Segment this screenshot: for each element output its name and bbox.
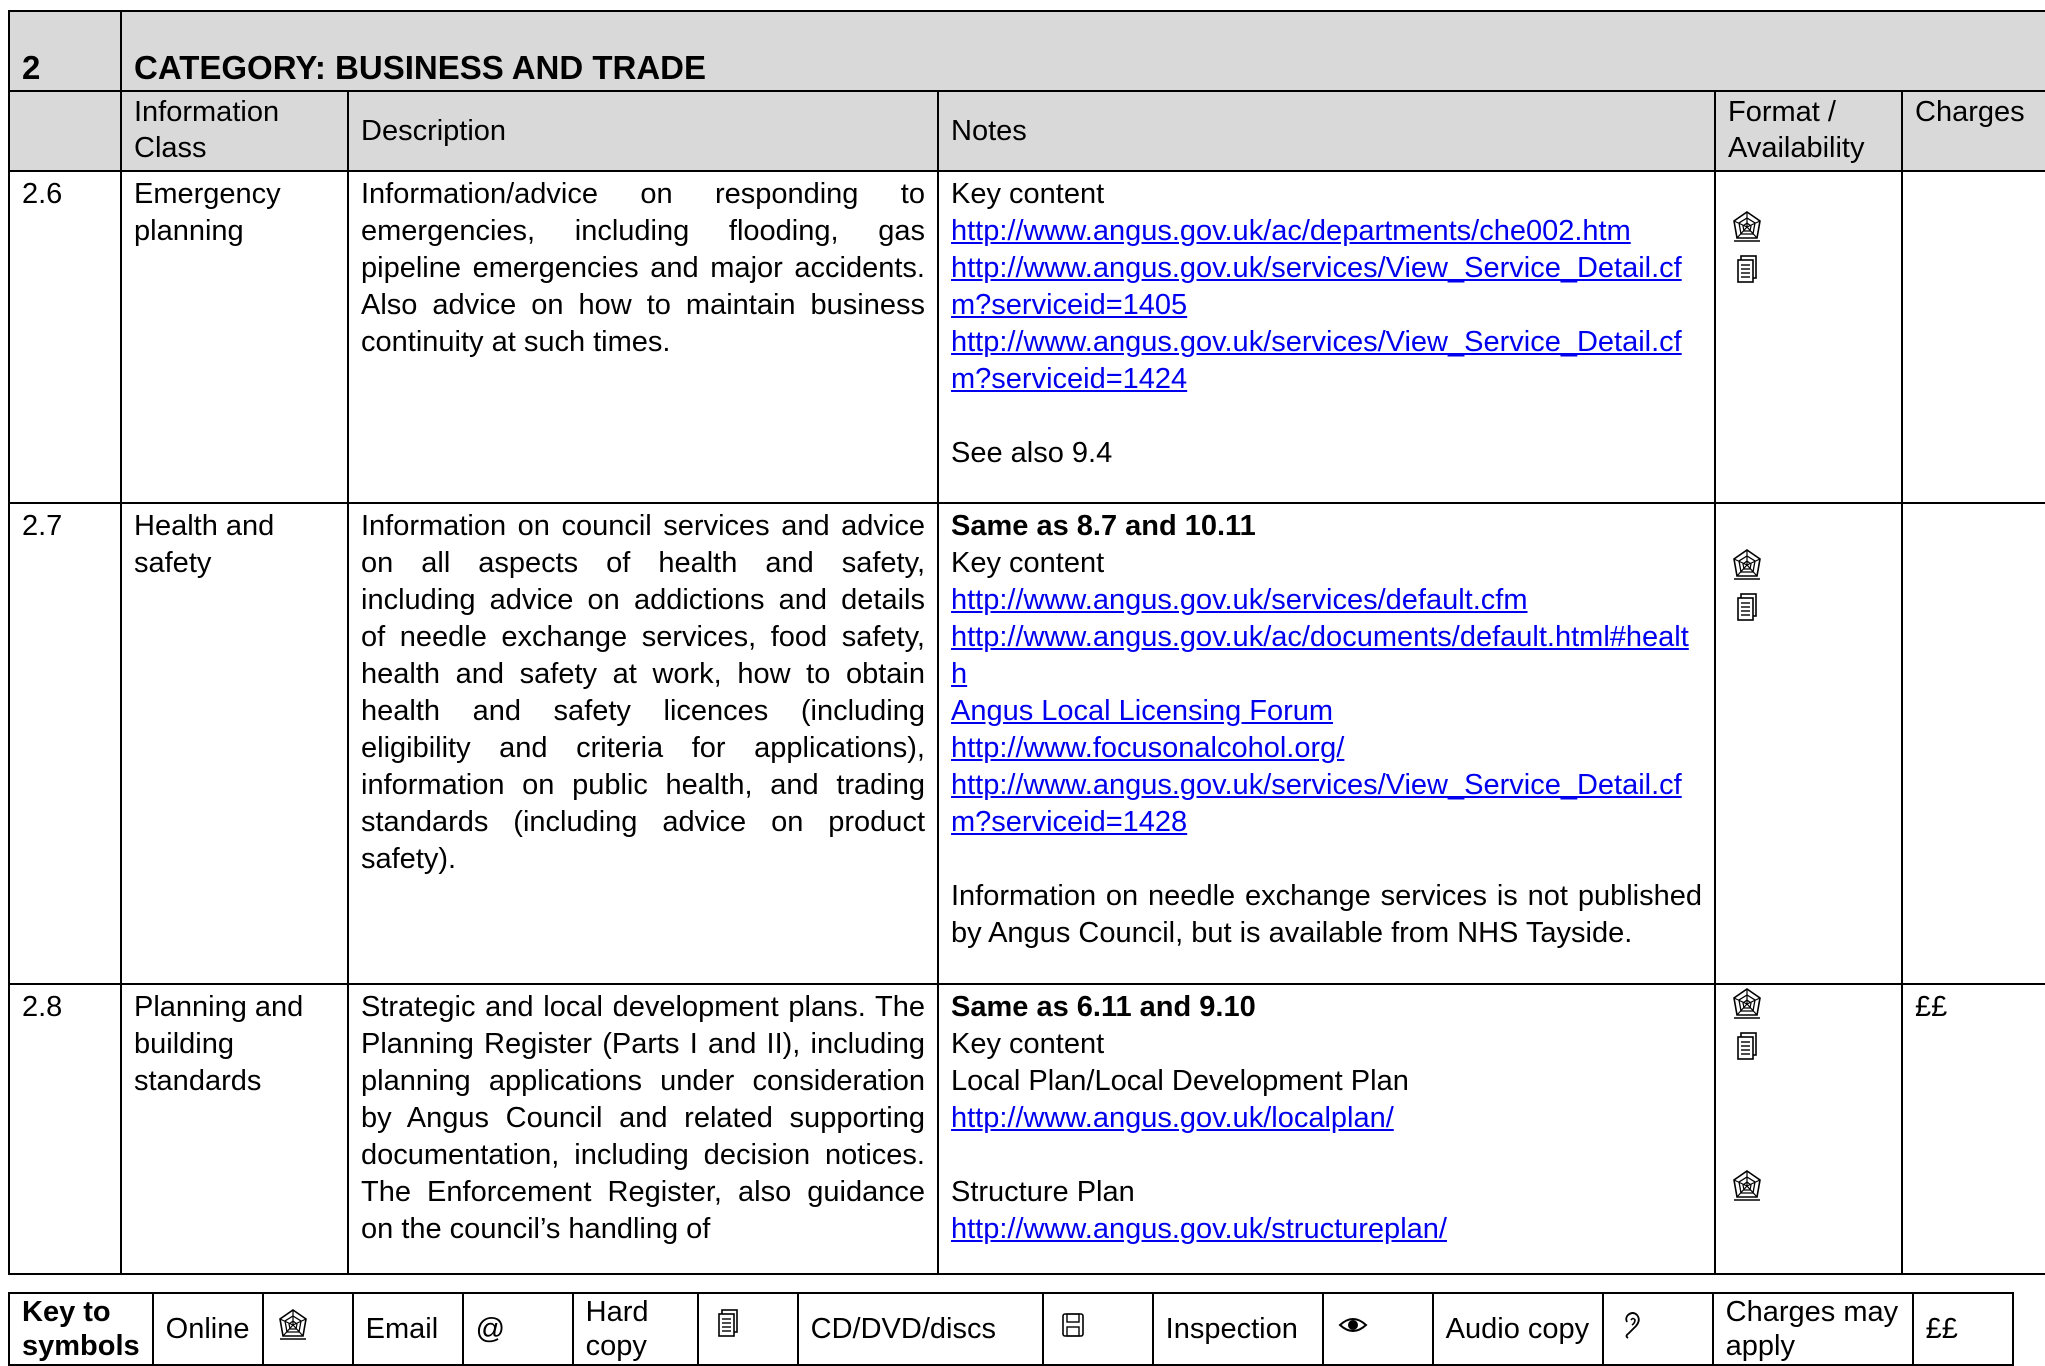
- row-number: 2.6: [8, 170, 122, 504]
- structure-plan-label: Structure Plan: [951, 1176, 1135, 1208]
- key-disc-symbol: [1041, 1292, 1154, 1366]
- notes-link[interactable]: http://www.angus.gov.uk/services/View_Se…: [951, 252, 1682, 321]
- online-icon: [1730, 1169, 1764, 1203]
- ear-icon: [1616, 1308, 1650, 1342]
- notes: Same as 8.7 and 10.11 Key content http:/…: [937, 502, 1716, 985]
- needle-exchange-note: Information on needle exchange services …: [951, 880, 1702, 949]
- header-blank: [8, 90, 122, 172]
- row-number: 2.8: [8, 983, 122, 1275]
- same-as-label: Same as 6.11 and 9.10: [951, 991, 1256, 1023]
- key-hardcopy-symbol: [696, 1292, 799, 1366]
- format-cell: [1714, 502, 1903, 985]
- online-icon: [1730, 548, 1764, 582]
- description: Strategic and local development plans. T…: [347, 983, 939, 1275]
- category-number: 2: [8, 10, 122, 92]
- row-number: 2.7: [8, 502, 122, 985]
- disk-icon: [1056, 1308, 1090, 1342]
- online-icon: [276, 1308, 310, 1342]
- key-content-label: Key content: [951, 547, 1105, 579]
- online-icon: [1730, 210, 1764, 244]
- email-icon: @: [461, 1292, 574, 1366]
- charges-cell: [1900, 170, 2045, 504]
- notes: Same as 6.11 and 9.10 Key content Local …: [937, 983, 1716, 1275]
- category-title: CATEGORY: BUSINESS AND TRADE: [119, 10, 2045, 92]
- hard-copy-icon: [1730, 1031, 1764, 1065]
- notes-link[interactable]: http://www.angus.gov.uk/ac/documents/def…: [951, 621, 1689, 690]
- header-row: Information Class Description Notes Form…: [8, 90, 2045, 172]
- notes-link[interactable]: http://www.angus.gov.uk/services/View_Se…: [951, 769, 1682, 838]
- info-class: Health and safety: [120, 502, 349, 985]
- key-label: Key to symbols: [8, 1292, 154, 1366]
- format-cell: [1714, 983, 1903, 1275]
- notes-link[interactable]: http://www.angus.gov.uk/structureplan/: [951, 1213, 1447, 1245]
- online-icon: [1730, 987, 1764, 1021]
- see-also-text: See also 9.4: [951, 437, 1113, 469]
- info-class: Emergency planning: [120, 170, 349, 504]
- eye-icon: [1336, 1308, 1370, 1342]
- key-inspection-label: Inspection: [1151, 1292, 1324, 1366]
- key-content-label: Key content: [951, 178, 1105, 210]
- header-info-class: Information Class: [120, 90, 349, 172]
- key-to-symbols: Key to symbols Online Email @ Hard copy …: [8, 1292, 2014, 1366]
- key-hardcopy-label: Hard copy: [571, 1292, 699, 1366]
- format-cell: [1714, 170, 1903, 504]
- header-description: Description: [347, 90, 939, 172]
- table-row: 2.6 Emergency planning Information/advic…: [8, 170, 2045, 504]
- header-notes: Notes: [937, 90, 1716, 172]
- hard-copy-icon: [1730, 592, 1764, 626]
- charges-cell: [1900, 502, 2045, 985]
- header-format: Format / Availability: [1714, 90, 1903, 172]
- table-row: 2.7 Health and safety Information on cou…: [8, 502, 2045, 985]
- info-class: Planning and building standards: [120, 983, 349, 1275]
- notes: Key content http://www.angus.gov.uk/ac/d…: [937, 170, 1716, 504]
- local-plan-label: Local Plan/Local Development Plan: [951, 1065, 1409, 1097]
- key-email-label: Email: [351, 1292, 464, 1366]
- notes-link[interactable]: http://www.angus.gov.uk/localplan/: [951, 1102, 1394, 1134]
- notes-link[interactable]: Angus Local Licensing Forum: [951, 695, 1333, 727]
- charges-icon: ££: [1911, 1292, 2014, 1366]
- notes-link[interactable]: http://www.angus.gov.uk/services/default…: [951, 584, 1528, 616]
- key-disc-label: CD/DVD/discs: [796, 1292, 1044, 1366]
- hard-copy-icon: [1730, 254, 1764, 288]
- key-audio-symbol: [1601, 1292, 1714, 1366]
- notes-link[interactable]: http://www.angus.gov.uk/services/View_Se…: [951, 326, 1682, 395]
- key-online-label: Online: [151, 1292, 264, 1366]
- page: { "category": { "number": "2", "title": …: [0, 0, 2045, 1366]
- header-charges: Charges: [1900, 90, 2045, 172]
- key-online-symbol: [261, 1292, 354, 1366]
- publication-scheme-table: 2 CATEGORY: BUSINESS AND TRADE Informati…: [8, 10, 2045, 1275]
- hard-copy-icon: [711, 1308, 745, 1342]
- table-row: 2.8 Planning and building standards Stra…: [8, 983, 2045, 1275]
- same-as-label: Same as 8.7 and 10.11: [951, 510, 1256, 542]
- notes-link[interactable]: http://www.angus.gov.uk/ac/departments/c…: [951, 215, 1631, 247]
- key-audio-label: Audio copy: [1431, 1292, 1604, 1366]
- description: Information on council services and advi…: [347, 502, 939, 985]
- notes-link[interactable]: http://www.focusonalcohol.org/: [951, 732, 1344, 764]
- key-inspection-symbol: [1321, 1292, 1434, 1366]
- key-charges-label: Charges may apply: [1711, 1292, 1914, 1366]
- category-row: 2 CATEGORY: BUSINESS AND TRADE: [8, 10, 2045, 92]
- description: Information/advice on responding to emer…: [347, 170, 939, 504]
- charges-cell: ££: [1900, 983, 2045, 1275]
- key-content-label: Key content: [951, 1028, 1105, 1060]
